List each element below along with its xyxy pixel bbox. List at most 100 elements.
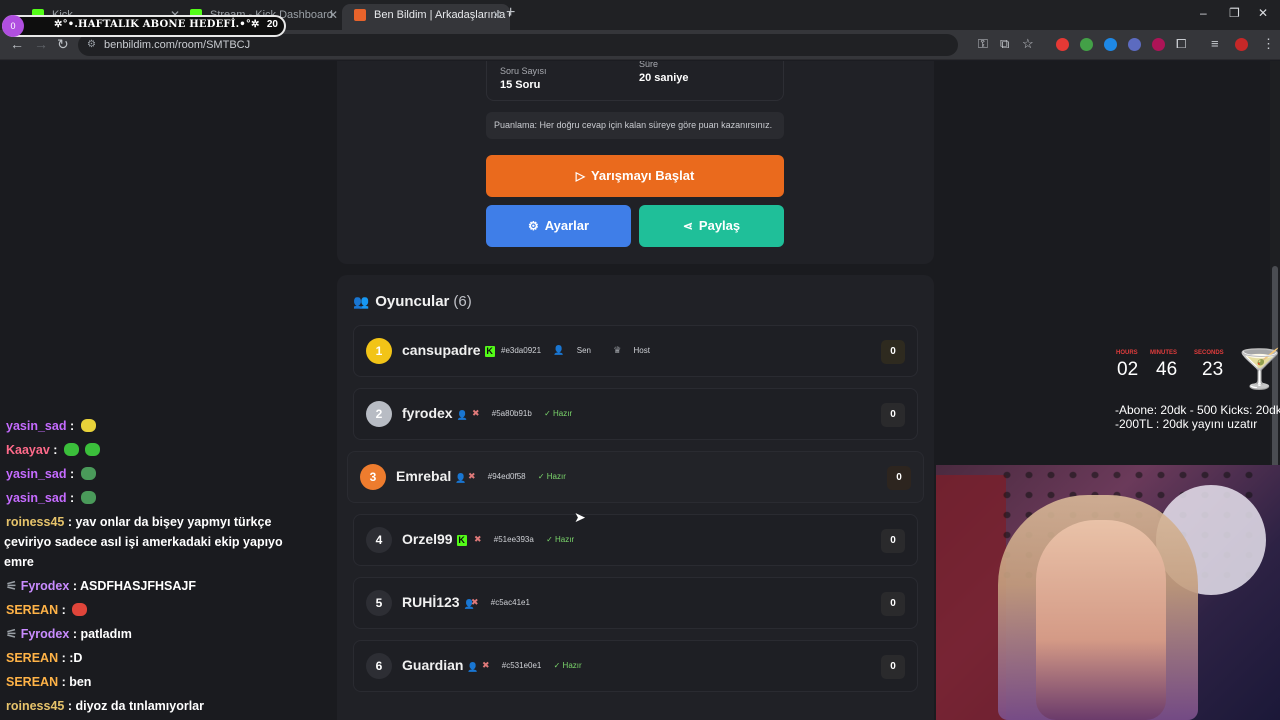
extensions-puzzle-icon[interactable]: ⧠	[1176, 36, 1186, 52]
player-score: 0	[881, 403, 905, 427]
remove-player-icon[interactable]: ✖	[474, 534, 482, 544]
media-queue-icon[interactable]: ≡	[1211, 36, 1219, 51]
rank-badge: 5	[366, 590, 392, 616]
chat-message: roiness45 : diyoz da tınlamıyorlar	[6, 699, 204, 713]
benbildim-favicon-icon	[354, 9, 366, 21]
chat-username: SEREAN	[6, 675, 59, 689]
player-score: 0	[887, 466, 911, 490]
player-name: RUHİ123 👤	[402, 594, 475, 610]
chat-username: Fyrodex	[20, 627, 70, 641]
chat-text: ASDFHASJFHSAJF	[80, 579, 196, 593]
chat-username: yasin_sad	[6, 419, 67, 433]
player-id: #c531e0e1	[501, 661, 542, 670]
minimize-button[interactable]: –	[1200, 6, 1207, 20]
ready-status: ✓ Hazır	[546, 535, 575, 544]
install-app-icon[interactable]: ⧉	[1000, 36, 1009, 52]
players-count: (6)	[453, 293, 472, 310]
start-contest-button[interactable]: ▷ Yarışmayı Başlat	[486, 155, 784, 197]
extension-audio-icon[interactable]	[1128, 38, 1141, 51]
profile-avatar[interactable]	[1235, 38, 1248, 51]
chat-username: SEREAN	[6, 603, 59, 617]
player-tags: ✖ #c5ac41e1	[471, 597, 540, 608]
subathon-rules: -Abone: 20dk - 500 Kicks: 20dk -200TL : …	[1115, 403, 1280, 431]
remove-player-icon[interactable]: ✖	[471, 597, 479, 607]
chat-text: :D	[69, 651, 83, 665]
player-name-text: Orzel99	[402, 531, 453, 547]
reload-icon[interactable]: ↻	[57, 36, 69, 53]
remove-player-icon[interactable]: ✖	[468, 471, 476, 481]
player-row: 2 fyrodex 👤 ✖ #5a80b91b ✓ Hazır 0	[353, 388, 918, 440]
player-score: 0	[881, 529, 905, 553]
player-score: 0	[881, 340, 905, 364]
user-icon: 👤	[553, 345, 565, 355]
extension-record-icon[interactable]	[1152, 38, 1165, 51]
share-button[interactable]: ⋖ Paylaş	[639, 205, 784, 247]
extension-blue-icon[interactable]	[1104, 38, 1117, 51]
time-label: Süre	[639, 61, 659, 69]
ready-status: ✓ Hazır	[553, 661, 582, 670]
emote-icon	[80, 467, 96, 480]
players-heading: 👥 Oyuncular (6)	[353, 293, 472, 310]
player-score: 0	[881, 655, 905, 679]
ready-status-text: Hazır	[546, 472, 566, 481]
players-panel: 👥 Oyuncular (6) 1 cansupadre K #e3da0921 👤 …	[337, 275, 934, 720]
extension-shield-icon[interactable]	[1080, 38, 1093, 51]
chat-message: SEREAN : ben	[6, 675, 92, 689]
forward-arrow-icon[interactable]: →	[34, 36, 48, 52]
restore-button[interactable]: ❐	[1229, 6, 1240, 20]
close-window-button[interactable]: ✕	[1258, 6, 1268, 20]
seconds-label: SECONDS	[1194, 350, 1224, 356]
gear-icon: ⚙	[527, 219, 539, 233]
user-icon: 👤	[455, 473, 467, 483]
webcam-feed	[936, 465, 1280, 720]
player-tags: ✖ #51ee393a ✓ Hazır	[474, 534, 594, 545]
rank-badge: 1	[366, 338, 392, 364]
player-tags: ✖ #5a80b91b ✓ Hazır	[472, 408, 592, 419]
ready-status-text: Hazır	[553, 409, 573, 418]
emote-icon	[72, 603, 88, 616]
chat-message: yasin_sad :	[6, 464, 96, 484]
close-tab-icon[interactable]: ✕	[328, 4, 338, 26]
emote-icon	[85, 443, 101, 456]
crown-icon: ♛	[613, 345, 622, 355]
menu-kebab-icon[interactable]: ⋮	[1262, 36, 1275, 52]
question-count-label: Soru Sayısı	[500, 66, 547, 76]
mouse-cursor-icon: ➤	[574, 509, 586, 525]
player-name: fyrodex 👤	[402, 405, 468, 421]
emote-icon	[80, 419, 96, 432]
settings-button[interactable]: ⚙ Ayarlar	[486, 205, 631, 247]
back-arrow-icon[interactable]: ←	[10, 36, 24, 52]
play-icon: ▷	[575, 169, 585, 183]
ready-status-text: Hazır	[555, 535, 575, 544]
ready-status: ✓ Hazır	[544, 409, 573, 418]
url-text: benbildim.com/room/SMTBCJ	[104, 39, 251, 51]
webcam-person	[1036, 520, 1166, 720]
chat-message: yasin_sad :	[6, 416, 96, 436]
player-row: 4 Orzel99 K ✖ #51ee393a ✓ Hazır 0	[353, 514, 918, 566]
ready-status-text: Hazır	[562, 661, 582, 670]
remove-player-icon[interactable]: ✖	[472, 408, 480, 418]
bookmark-star-icon[interactable]: ☆	[1022, 36, 1034, 52]
remove-player-icon[interactable]: ✖	[482, 660, 490, 670]
player-id: #5a80b91b	[491, 409, 532, 418]
key-icon[interactable]: ⚿	[978, 36, 988, 52]
cocktail-glass-icon: 🍸	[1236, 349, 1280, 391]
player-score: 0	[881, 592, 905, 616]
hours-label: HOURS	[1116, 350, 1138, 356]
settings-button-label: Ayarlar	[544, 218, 590, 233]
user-icon: 👤	[467, 662, 479, 672]
kick-badge-icon: K	[484, 346, 495, 357]
tab-benbildim[interactable]: Ben Bildim | Arkadaşlarınla Onli ✕	[342, 4, 510, 30]
address-bar[interactable]: ⚙ benbildim.com/room/SMTBCJ	[78, 34, 958, 56]
rank-badge: 3	[360, 464, 386, 490]
badge-icon: ⚟	[6, 627, 18, 641]
player-name-text: fyrodex	[402, 405, 453, 421]
new-tab-button[interactable]: +	[506, 4, 515, 22]
close-tab-icon[interactable]: ✕	[492, 4, 502, 26]
site-info-icon[interactable]: ⚙	[87, 34, 96, 56]
ready-status: ✓ Hazır	[537, 472, 566, 481]
hours-value: 02	[1117, 359, 1139, 380]
chat-username: SEREAN	[6, 651, 59, 665]
extension-red-icon[interactable]	[1056, 38, 1069, 51]
players-title: Oyuncular	[375, 293, 450, 310]
